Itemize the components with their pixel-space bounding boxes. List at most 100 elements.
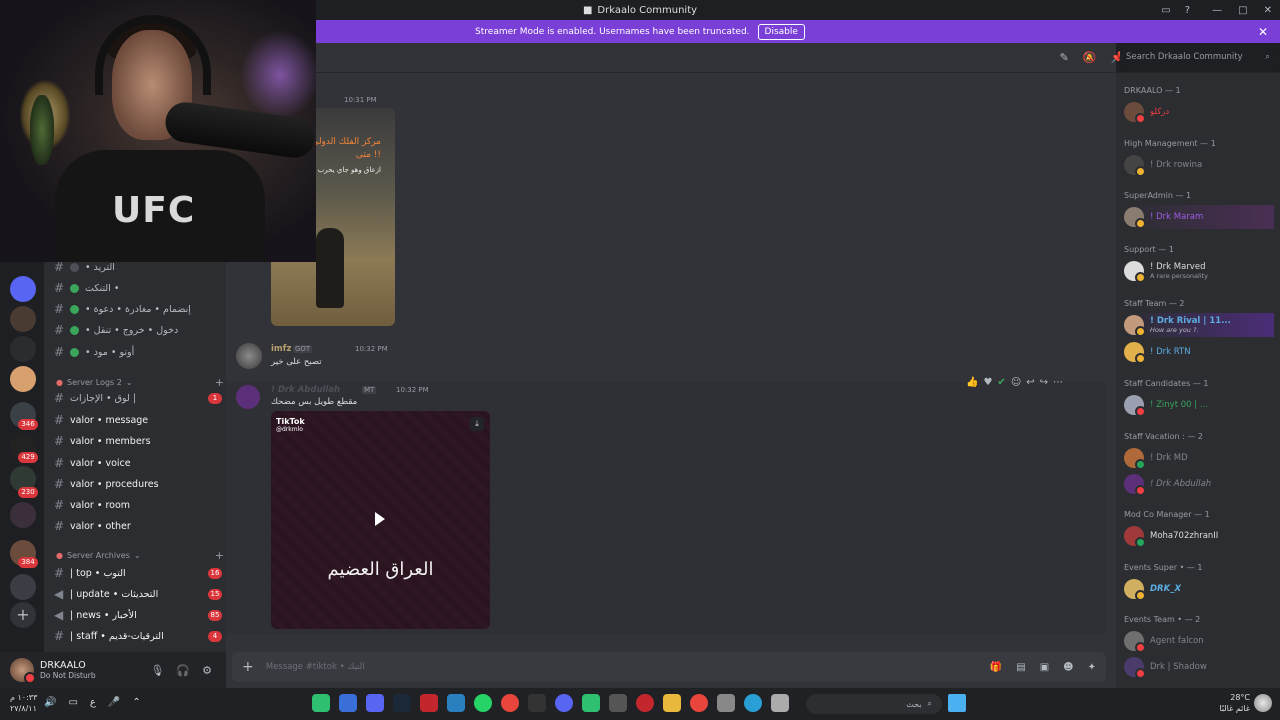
maximize-icon[interactable]: □	[1238, 5, 1247, 16]
chevron-up-icon[interactable]: ⌃	[132, 697, 140, 708]
member-item[interactable]: Agent falcon	[1124, 629, 1274, 653]
member-item[interactable]: ! Drk Abdullah	[1124, 472, 1274, 496]
app-icon[interactable]	[636, 694, 654, 712]
shield-app-icon[interactable]	[339, 694, 357, 712]
channel-item[interactable]: # valor • room	[54, 495, 222, 515]
taskbar-clock[interactable]: ١٠:٣٣ م ٢٧/٨/١١	[10, 692, 37, 714]
close-icon[interactable]: ✕	[1264, 5, 1272, 16]
play-icon[interactable]	[375, 512, 385, 526]
heart-icon[interactable]: ♥	[983, 377, 992, 388]
server-icon[interactable]	[10, 276, 36, 302]
whatsapp-icon[interactable]	[474, 694, 492, 712]
reply-icon[interactable]: ↩	[1026, 377, 1034, 388]
microphone-icon[interactable]: 🎤	[108, 697, 120, 708]
app-icon[interactable]	[447, 694, 465, 712]
banner-close-icon[interactable]: ✕	[1258, 25, 1268, 39]
app-icon[interactable]	[609, 694, 627, 712]
headphones-icon[interactable]: 🎧	[176, 664, 190, 677]
app-icon[interactable]	[312, 694, 330, 712]
message-author[interactable]: imfz	[271, 344, 291, 354]
channel-item[interactable]: # valor • procedures	[54, 474, 222, 494]
add-server-icon[interactable]: +	[10, 602, 36, 628]
member-item[interactable]: Drk | Shadow	[1124, 655, 1274, 679]
add-channel-icon[interactable]: +	[215, 549, 224, 562]
channel-item[interactable]: # valor • message	[54, 410, 222, 430]
forward-icon[interactable]: ↪	[1040, 377, 1048, 388]
gif-icon[interactable]: ▤	[1016, 662, 1025, 673]
channel-item[interactable]: # | top • التوب 16	[54, 563, 222, 583]
channel-item[interactable]: # valor • voice	[54, 453, 222, 473]
member-item[interactable]: ! Drk rowina	[1124, 153, 1274, 177]
message-video[interactable]: TikTok @drkmlo ⤓ العراق العضيم	[271, 411, 490, 629]
server-icon[interactable]	[10, 366, 36, 392]
member-item[interactable]: دركلو	[1124, 100, 1274, 124]
channel-item[interactable]: ◀ | news • الأخبار 85	[54, 605, 222, 625]
channel-item[interactable]: # | staff • الترقيات-قديم 4	[54, 626, 222, 646]
check-icon[interactable]: ✔	[997, 377, 1005, 388]
server-icon[interactable]	[10, 336, 36, 362]
monitor-icon[interactable]: ▭	[68, 697, 77, 708]
weather-widget[interactable]: 28°C غائم غالبًا	[1219, 692, 1250, 714]
channel-item[interactable]: # valor • members	[54, 431, 222, 451]
message-author[interactable]: ! Drk Abdullah	[271, 385, 340, 395]
app-icon[interactable]	[771, 694, 789, 712]
message-composer[interactable]: + Message #tiktok • التيك 🎁 ▤ ▣ ☻ ✦	[232, 652, 1106, 682]
app-icon[interactable]	[420, 694, 438, 712]
bell-off-icon[interactable]: 🔕	[1083, 51, 1097, 64]
app-icon[interactable]	[690, 694, 708, 712]
server-icon[interactable]	[10, 306, 36, 332]
chrome-icon[interactable]	[501, 694, 519, 712]
member-item[interactable]: ! Drk RTN	[1124, 340, 1274, 364]
member-item[interactable]: Moha702zhranII	[1124, 524, 1274, 548]
discord-icon[interactable]	[555, 694, 573, 712]
member-item[interactable]: ! Drk Maram	[1124, 205, 1274, 229]
help-icon[interactable]: ?	[1185, 5, 1190, 16]
member-item[interactable]: ! Drk MD	[1124, 446, 1274, 470]
gear-icon[interactable]: ⚙	[202, 664, 212, 677]
download-icon[interactable]: ⤓	[470, 417, 484, 431]
edge-icon[interactable]	[744, 694, 762, 712]
avatar[interactable]	[10, 658, 36, 684]
inbox-icon[interactable]: ▭	[1161, 5, 1170, 16]
microphone-icon[interactable]: 🎙	[150, 664, 164, 677]
apps-icon[interactable]: ✦	[1088, 662, 1096, 673]
language-indicator[interactable]: ع	[90, 697, 96, 708]
more-icon[interactable]: ⋯	[1053, 377, 1063, 388]
attach-plus-icon[interactable]: +	[242, 659, 254, 675]
add-reaction-icon[interactable]: ☺	[1011, 377, 1021, 388]
server-icon[interactable]	[10, 574, 36, 600]
member-item[interactable]: ! Drk Rival | 11... How are you ?.	[1124, 313, 1274, 337]
channel-item[interactable]: # valor • other	[54, 516, 222, 536]
store-icon[interactable]	[717, 694, 735, 712]
member-item[interactable]: ! Drk Marved A rare personality	[1124, 259, 1274, 283]
volume-icon[interactable]: 🔊	[44, 697, 56, 708]
channel-item[interactable]: # • دخول • خروج • تنقل	[54, 320, 222, 340]
threads-icon[interactable]: ✎	[1060, 51, 1069, 64]
search-input[interactable]: Search Drkaalo Community ⌕	[1120, 49, 1276, 67]
channel-item[interactable]: # التنكت •	[54, 278, 222, 298]
sticker-icon[interactable]: ▣	[1040, 662, 1049, 673]
category-server-archives[interactable]: ● Server Archives ⌄ +	[56, 549, 224, 562]
channel-item[interactable]: # • إنضمام • مغادرة • دعوة	[54, 299, 222, 319]
app-icon[interactable]	[582, 694, 600, 712]
minimize-icon[interactable]: —	[1212, 5, 1222, 16]
app-icon[interactable]	[366, 694, 384, 712]
user-info[interactable]: DRKAALO Do Not Disturb	[40, 660, 96, 680]
disable-streamer-button[interactable]: Disable	[757, 23, 805, 40]
member-item[interactable]: DRK_X	[1124, 577, 1274, 601]
channel-item[interactable]: # لوق • الإجازات | 1	[54, 388, 222, 408]
windows-start-icon[interactable]	[948, 694, 966, 712]
taskbar-search[interactable]: بحث ⌕	[806, 694, 942, 714]
thumbs-up-icon[interactable]: 👍	[966, 377, 978, 388]
avatar[interactable]	[236, 343, 262, 369]
steam-icon[interactable]	[393, 694, 411, 712]
emoji-icon[interactable]: ☻	[1063, 662, 1073, 673]
gift-icon[interactable]: 🎁	[990, 662, 1002, 673]
member-item[interactable]: ! Zinyt 00 | ...	[1124, 393, 1274, 417]
channel-item[interactable]: ◀ | update • التحديثات 15	[54, 584, 222, 604]
folder-icon[interactable]	[663, 694, 681, 712]
server-icon[interactable]	[10, 502, 36, 528]
avatar[interactable]	[236, 385, 260, 409]
channel-item[interactable]: # • أوتو • مود	[54, 342, 222, 362]
terminal-icon[interactable]	[528, 694, 546, 712]
